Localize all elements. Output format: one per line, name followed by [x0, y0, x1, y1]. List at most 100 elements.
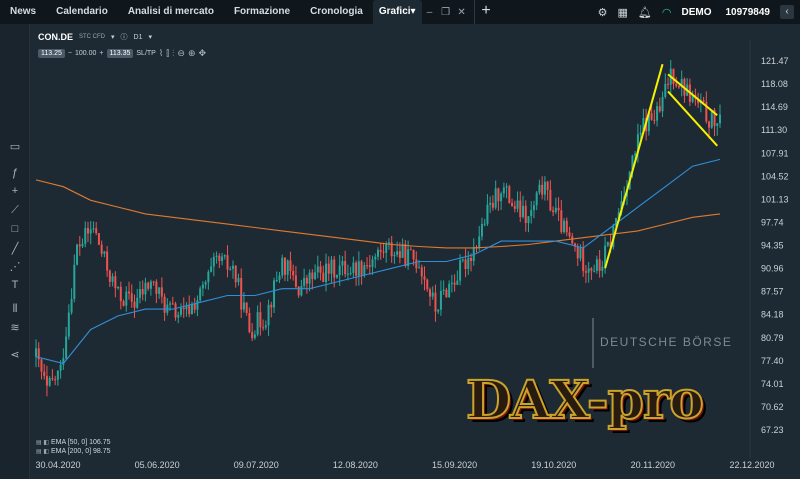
- indicator-icon[interactable]: ⫴: [0, 303, 30, 316]
- candle-body: [292, 270, 295, 276]
- candle-body: [672, 68, 675, 84]
- rectangle-icon[interactable]: □: [0, 223, 30, 235]
- candle-body: [420, 267, 423, 277]
- candle-body: [486, 204, 489, 224]
- candlestick-icon[interactable]: ⫿: [166, 48, 169, 59]
- candle-body: [541, 184, 544, 195]
- candle-body: [114, 276, 117, 289]
- candle-body: [579, 247, 582, 259]
- y-tick-label: 74.01: [761, 379, 784, 389]
- candle-body: [286, 260, 289, 275]
- share-icon[interactable]: ⋖: [0, 348, 30, 361]
- candle-body: [516, 200, 519, 209]
- candle-body: [223, 255, 226, 257]
- candle-body: [409, 249, 412, 251]
- candle-body: [111, 276, 114, 282]
- candle-body: [434, 292, 437, 312]
- candle-body: [491, 202, 494, 208]
- candle-body: [401, 244, 404, 258]
- y-tick-label: 118.08: [761, 79, 788, 89]
- candle-body: [346, 273, 349, 275]
- candle-body: [374, 256, 377, 260]
- zoom-in-icon[interactable]: ⊕: [188, 48, 196, 59]
- symbol-name[interactable]: CON.DE: [38, 32, 73, 42]
- candle-body: [149, 281, 152, 289]
- candle-body: [366, 265, 369, 267]
- candle-body: [125, 291, 128, 306]
- ruler-icon[interactable]: ⟋: [0, 204, 30, 217]
- candle-body: [407, 249, 410, 266]
- exchange-watermark: DEUTSCHE BÖRSE: [600, 335, 733, 349]
- candle-body: [204, 282, 207, 285]
- candle-body: [535, 192, 538, 206]
- timeframe[interactable]: D1: [134, 34, 143, 41]
- candle-body: [656, 106, 659, 121]
- candle-body: [256, 312, 259, 335]
- candle-body: [59, 364, 62, 371]
- y-tick-label: 97.74: [761, 217, 784, 227]
- volume-input[interactable]: 100.00: [75, 50, 96, 57]
- line-tool-icon[interactable]: ╱: [0, 242, 30, 255]
- candle-body: [396, 251, 399, 255]
- candle-body: [275, 280, 278, 282]
- candle-body: [344, 261, 347, 275]
- line-chart-icon[interactable]: ⌇: [159, 48, 163, 59]
- candle-body: [251, 332, 254, 339]
- candle-body: [478, 236, 481, 249]
- candle-body: [212, 256, 215, 267]
- candle-body: [716, 123, 719, 126]
- candle-body: [546, 181, 549, 190]
- candle-body: [456, 280, 459, 285]
- candle-body: [675, 83, 678, 86]
- chevron-down-icon[interactable]: ▾: [148, 33, 152, 41]
- candle-body: [418, 267, 421, 269]
- ask-price-button[interactable]: 113.35: [106, 48, 134, 58]
- candle-body: [67, 312, 70, 337]
- candle-body: [314, 272, 317, 280]
- bid-price-button[interactable]: 113.25: [38, 48, 65, 58]
- indicators-icon[interactable]: ⫶: [172, 48, 174, 59]
- candle-body: [658, 106, 661, 112]
- function-icon[interactable]: ƒ: [0, 167, 30, 179]
- candle-body: [527, 216, 530, 224]
- text-tool-icon[interactable]: T: [0, 279, 30, 291]
- y-tick-label: 94.35: [761, 241, 784, 251]
- candle-body: [226, 255, 229, 270]
- candle-body: [593, 270, 596, 272]
- candle-body: [382, 251, 385, 253]
- candle-body: [78, 244, 81, 247]
- candle-body: [500, 193, 503, 202]
- candle-body: [76, 244, 79, 265]
- candle-body: [245, 302, 248, 314]
- zoom-out-icon[interactable]: ⊖: [177, 48, 185, 59]
- candle-body: [73, 264, 76, 299]
- legend-ema50[interactable]: ▤ ◧ EMA [50, 0] 106.75: [36, 438, 111, 447]
- crosshair-icon[interactable]: +: [0, 185, 30, 197]
- candle-body: [294, 275, 297, 287]
- legend-ema200[interactable]: ▤ ◧ EMA [200, 0] 98.75: [36, 447, 111, 456]
- candle-body: [467, 257, 470, 270]
- candle-body: [174, 303, 177, 318]
- candle-body: [639, 132, 642, 135]
- candle-body: [587, 268, 590, 273]
- x-tick-label: 22.12.2020: [729, 460, 774, 470]
- candle-body: [322, 272, 325, 283]
- info-icon[interactable]: ⓘ: [121, 32, 128, 42]
- decrease-volume-button[interactable]: −: [68, 50, 72, 57]
- increase-volume-button[interactable]: +: [99, 50, 103, 57]
- drawing-toolbar: ▭ ƒ + ⟋ □ ╱ ⋰ T ⫴ ≋ ⋖: [0, 24, 30, 479]
- sl-tp-button[interactable]: SL/TP: [136, 50, 155, 57]
- candle-body: [262, 327, 265, 329]
- move-icon[interactable]: ✥: [199, 48, 207, 59]
- candle-body: [606, 242, 609, 246]
- y-tick-label: 77.40: [761, 356, 784, 366]
- legend-ema200-label: EMA [200, 0] 98.75: [50, 448, 111, 455]
- chevron-down-icon[interactable]: ▾: [111, 33, 115, 41]
- candle-body: [560, 210, 563, 233]
- layers-icon[interactable]: ≋: [0, 321, 30, 334]
- chart-type-icon[interactable]: ▭: [0, 140, 30, 153]
- candle-body: [549, 189, 552, 211]
- fibonacci-icon[interactable]: ⋰: [0, 260, 30, 273]
- x-tick-label: 19.10.2020: [531, 460, 576, 470]
- candle-body: [363, 265, 366, 276]
